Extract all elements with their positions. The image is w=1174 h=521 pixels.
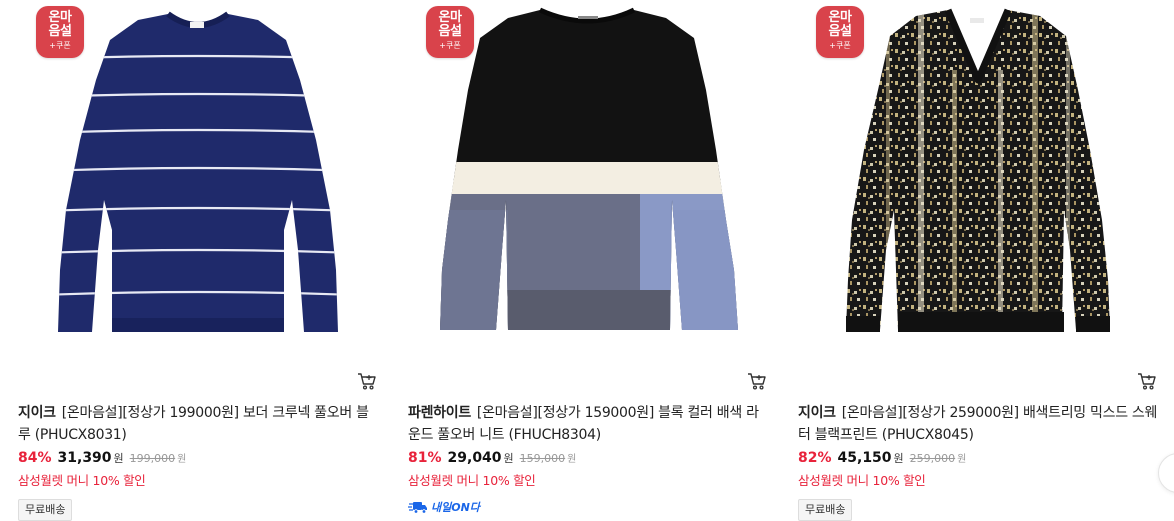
carousel-next-button[interactable] [1158, 453, 1174, 493]
delivery-label: 내일ON다 [431, 501, 480, 514]
price-row: 82% 45,150 원 259,000 원 [798, 450, 966, 470]
original-price: 199,000 [129, 452, 176, 465]
discount-rate: 81% [408, 450, 442, 466]
chevron-right-icon [1159, 454, 1174, 494]
product-image-navy-striped-sweater[interactable]: 온마음설 +쿠폰 [18, 0, 378, 345]
promo-badge: 온마음설 +쿠폰 [816, 6, 864, 58]
add-to-cart-button[interactable] [746, 370, 768, 392]
product-card[interactable]: 온마음설 +쿠폰 파렌하이트 [온마음설][정상가 159000원] 블록 컬러 … [408, 0, 768, 521]
product-card[interactable]: 온마음설 +쿠폰 지이크 [온마음설][정상가 259000원] 배색트리밍 믹스… [798, 0, 1158, 521]
promo-badge: 온마음설 +쿠폰 [36, 6, 84, 58]
badge-label: 온마음설 [828, 10, 852, 39]
free-shipping-tag: 무료배송 [798, 499, 853, 521]
next-day-delivery-tag: 내일ON다 [408, 497, 480, 517]
product-image-black-print-vneck-sweater[interactable]: 온마음설 +쿠폰 [798, 0, 1158, 345]
discount-rate: 84% [18, 450, 52, 466]
badge-coupon-label: +쿠폰 [439, 41, 461, 50]
product-name: [온마음설][정상가 199000원] 보더 크루넥 풀오버 블루 (PHUCX… [18, 405, 369, 443]
sale-price: 31,390 [57, 450, 112, 466]
free-shipping-tag: 무료배송 [18, 499, 73, 521]
sale-price: 29,040 [447, 450, 502, 466]
sale-price-unit: 원 [503, 452, 514, 465]
badge-label: 온마음설 [438, 10, 462, 39]
product-title-link[interactable]: 파렌하이트 [온마음설][정상가 159000원] 블록 컬러 배색 라운드 풀오… [408, 402, 768, 446]
badge-coupon-label: +쿠폰 [829, 41, 851, 50]
brand-name: 지이크 [18, 405, 56, 421]
original-price: 159,000 [519, 452, 566, 465]
product-card[interactable]: 온마음설 +쿠폰 지이크 [온마음설][정상가 199000원] 보더 크루넥 풀… [18, 0, 378, 521]
product-title-link[interactable]: 지이크 [온마음설][정상가 199000원] 보더 크루넥 풀오버 블루 (PH… [18, 402, 378, 446]
original-price-unit: 원 [567, 454, 577, 465]
discount-rate: 82% [798, 450, 832, 466]
badge-label: 온마음설 [48, 10, 72, 39]
original-price-unit: 원 [177, 454, 187, 465]
card-promo-text: 삼성월렛 머니 10% 할인 [798, 473, 926, 488]
product-name: [온마음설][정상가 259000원] 배색트리밍 믹스드 스웨터 블랙프린트 … [798, 405, 1158, 443]
product-image-colorblock-sweater[interactable]: 온마음설 +쿠폰 [408, 0, 768, 345]
truck-icon [408, 502, 427, 514]
price-row: 81% 29,040 원 159,000 원 [408, 450, 576, 470]
sale-price: 45,150 [837, 450, 892, 466]
cart-icon [748, 373, 766, 390]
price-row: 84% 31,390 원 199,000 원 [18, 450, 186, 470]
cart-icon [358, 373, 376, 390]
product-title-link[interactable]: 지이크 [온마음설][정상가 259000원] 배색트리밍 믹스드 스웨터 블랙프… [798, 402, 1158, 446]
cart-icon [1138, 373, 1156, 390]
promo-badge: 온마음설 +쿠폰 [426, 6, 474, 58]
original-price-unit: 원 [957, 454, 967, 465]
sale-price-unit: 원 [893, 452, 904, 465]
badge-coupon-label: +쿠폰 [49, 41, 71, 50]
brand-name: 지이크 [798, 405, 836, 421]
brand-name: 파렌하이트 [408, 405, 471, 421]
card-promo-text: 삼성월렛 머니 10% 할인 [18, 473, 146, 488]
add-to-cart-button[interactable] [356, 370, 378, 392]
card-promo-text: 삼성월렛 머니 10% 할인 [408, 473, 536, 488]
original-price: 259,000 [909, 452, 956, 465]
add-to-cart-button[interactable] [1136, 370, 1158, 392]
sale-price-unit: 원 [113, 452, 124, 465]
